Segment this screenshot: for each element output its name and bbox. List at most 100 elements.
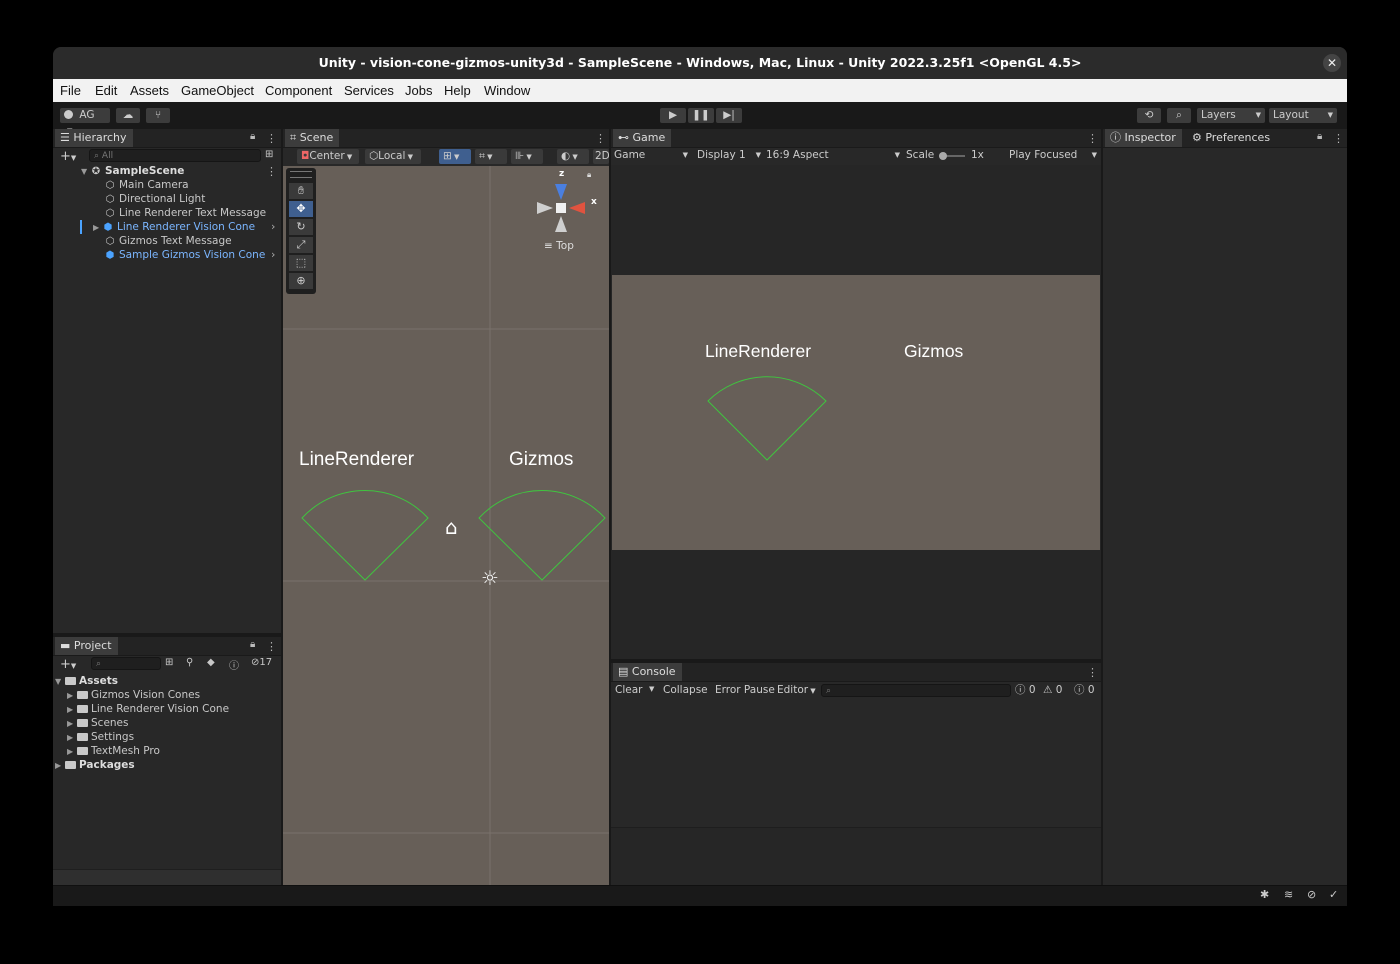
display-dropdown[interactable]: Display 1 ▼: [697, 148, 761, 163]
undo-history-button[interactable]: ⟲: [1137, 108, 1161, 123]
cache-server-icon[interactable]: ≋: [1284, 888, 1293, 901]
panel-menu-icon[interactable]: ⋮: [1087, 132, 1098, 145]
menu-jobs[interactable]: Jobs: [405, 83, 432, 98]
scene-viewport[interactable]: ✋︎ ✥ ↻ ⤢ ⬚ ⊕ z x 🔒︎ ≡ Top LineRenderer G…: [283, 166, 609, 886]
menu-window[interactable]: Window: [484, 83, 530, 98]
chevron-right-icon[interactable]: ▶: [55, 759, 65, 773]
console-search-input[interactable]: ⌕: [821, 684, 1011, 697]
hidden-packages-button[interactable]: ⊘17: [251, 657, 272, 668]
debug-icon[interactable]: ✱: [1260, 888, 1269, 901]
list-item[interactable]: ▶ Settings: [67, 730, 134, 744]
create-button[interactable]: +▼: [56, 657, 82, 672]
chevron-down-icon[interactable]: ▼: [81, 165, 91, 179]
version-control-button[interactable]: ⑂: [146, 108, 170, 123]
light-gizmo-icon[interactable]: ☼: [481, 566, 499, 590]
error-pause-button[interactable]: Error Pause: [715, 683, 775, 698]
panel-menu-icon[interactable]: ⋮: [266, 640, 277, 653]
scene-menu-icon[interactable]: ⋮: [266, 165, 277, 178]
assets-folder-row[interactable]: ▼ Assets: [55, 674, 118, 688]
grid-visibility-dropdown[interactable]: ⌗ ▼: [475, 149, 507, 164]
scale-slider[interactable]: [939, 152, 965, 160]
warning-count-toggle[interactable]: ⚠ 0: [1043, 683, 1062, 698]
increment-snap-dropdown[interactable]: ⊪ ▼: [511, 149, 543, 164]
search-button[interactable]: ⌕: [1167, 108, 1191, 123]
collapse-button[interactable]: Collapse: [663, 683, 708, 698]
pause-button[interactable]: ❚❚: [688, 108, 714, 123]
list-item[interactable]: ▶ Scenes: [67, 716, 128, 730]
camera-gizmo-icon[interactable]: ⌂: [445, 515, 458, 539]
chevron-right-icon[interactable]: ›: [271, 248, 275, 261]
close-window-button[interactable]: ✕: [1323, 54, 1341, 72]
scene-root-row[interactable]: ▼ ✪ SampleScene: [81, 164, 184, 178]
tab-hierarchy[interactable]: ☰ Hierarchy: [55, 129, 133, 147]
packages-folder-row[interactable]: ▶ Packages: [55, 758, 135, 772]
space-local-dropdown[interactable]: ⬡Local ▼: [365, 149, 421, 164]
tab-preferences[interactable]: ⚙ Preferences: [1187, 129, 1276, 147]
project-search-input[interactable]: ⌕: [91, 657, 161, 670]
tab-scene[interactable]: ⌗ Scene: [285, 129, 340, 147]
layers-dropdown[interactable]: Layers ▼: [1197, 108, 1265, 123]
list-item[interactable]: ⬡ Gizmos Text Message: [105, 234, 232, 248]
create-button[interactable]: +▼: [56, 149, 82, 164]
lock-icon[interactable]: 🔒︎: [250, 131, 255, 142]
lock-icon[interactable]: 🔒︎: [1317, 131, 1322, 142]
chevron-down-icon[interactable]: ▼: [649, 685, 654, 693]
game-viewport[interactable]: LineRenderer Gizmos: [612, 275, 1100, 550]
menu-help[interactable]: Help: [444, 83, 471, 98]
error-count-toggle[interactable]: ⓘ 0: [1074, 683, 1095, 698]
aspect-dropdown[interactable]: 16:9 Aspect ▼: [766, 148, 900, 163]
menu-services[interactable]: Services: [344, 83, 394, 98]
editor-dropdown[interactable]: Editor ▼: [777, 683, 816, 699]
chevron-down-icon[interactable]: ▼: [55, 675, 65, 689]
search-options-icon[interactable]: ⊞: [265, 149, 273, 160]
list-item[interactable]: ⬡ Directional Light: [105, 192, 206, 206]
play-button[interactable]: ▶: [660, 108, 686, 123]
list-item[interactable]: ▶ ⬢ Line Renderer Vision Cone: [93, 220, 255, 234]
log-count-toggle[interactable]: ⓘ 0: [1015, 683, 1036, 698]
pivot-center-dropdown[interactable]: ◘Center ▼: [297, 149, 359, 164]
auto-generate-lighting-icon[interactable]: ⊘: [1307, 888, 1316, 901]
console-detail-area[interactable]: [611, 828, 1101, 886]
tab-game[interactable]: ⊷ Game: [613, 129, 672, 147]
menu-assets[interactable]: Assets: [130, 83, 169, 98]
chevron-right-icon[interactable]: ▶: [67, 703, 77, 717]
info-icon[interactable]: ⓘ: [229, 657, 239, 672]
2d-toggle[interactable]: 2D: [593, 149, 609, 164]
draw-mode-dropdown[interactable]: ◐ ▼: [557, 149, 589, 164]
tab-console[interactable]: ▤ Console: [613, 663, 682, 681]
chevron-right-icon[interactable]: ▶: [67, 717, 77, 731]
chevron-right-icon[interactable]: ▶: [93, 221, 103, 235]
slider-handle[interactable]: [939, 152, 947, 160]
layout-dropdown[interactable]: Layout ▼: [1269, 108, 1337, 123]
chevron-right-icon[interactable]: ›: [271, 220, 275, 233]
hierarchy-search-input[interactable]: ⌕ All: [89, 149, 261, 162]
clear-button[interactable]: Clear: [615, 683, 642, 698]
menu-gameobject[interactable]: GameObject: [181, 83, 254, 98]
tab-project[interactable]: ▬ Project: [55, 637, 118, 655]
grid-snap-toggle[interactable]: ⊞ ▼: [439, 149, 471, 164]
menu-component[interactable]: Component: [265, 83, 332, 98]
list-item[interactable]: ▶ TextMesh Pro: [67, 744, 160, 758]
list-item[interactable]: ⬢ Sample Gizmos Vision Cone: [105, 248, 266, 262]
game-view-dropdown[interactable]: Game ▼: [614, 148, 688, 163]
search-options-icon[interactable]: ⊞: [165, 657, 173, 668]
panel-menu-icon[interactable]: ⋮: [1087, 666, 1098, 679]
tab-inspector[interactable]: ⓘ Inspector: [1105, 129, 1182, 147]
panel-menu-icon[interactable]: ⋮: [595, 132, 606, 145]
label-icon[interactable]: ◆: [207, 657, 215, 668]
account-dropdown[interactable]: AG ▼: [60, 108, 110, 135]
list-item[interactable]: ⬡ Main Camera: [105, 178, 189, 192]
chevron-right-icon[interactable]: ▶: [67, 745, 77, 759]
panel-menu-icon[interactable]: ⋮: [266, 132, 277, 145]
filter-type-icon[interactable]: ⚲: [186, 657, 193, 668]
menu-edit[interactable]: Edit: [95, 83, 117, 98]
play-mode-dropdown[interactable]: Play Focused ▼: [1009, 148, 1097, 163]
panel-menu-icon[interactable]: ⋮: [1333, 132, 1344, 145]
chevron-right-icon[interactable]: ▶: [67, 731, 77, 745]
cloud-button[interactable]: ☁: [116, 108, 140, 123]
menu-file[interactable]: File: [60, 83, 81, 98]
step-button[interactable]: ▶|: [716, 108, 742, 123]
console-log-list[interactable]: [611, 699, 1101, 828]
list-item[interactable]: ▶ Gizmos Vision Cones: [67, 688, 200, 702]
list-item[interactable]: ▶ Line Renderer Vision Cone: [67, 702, 229, 716]
